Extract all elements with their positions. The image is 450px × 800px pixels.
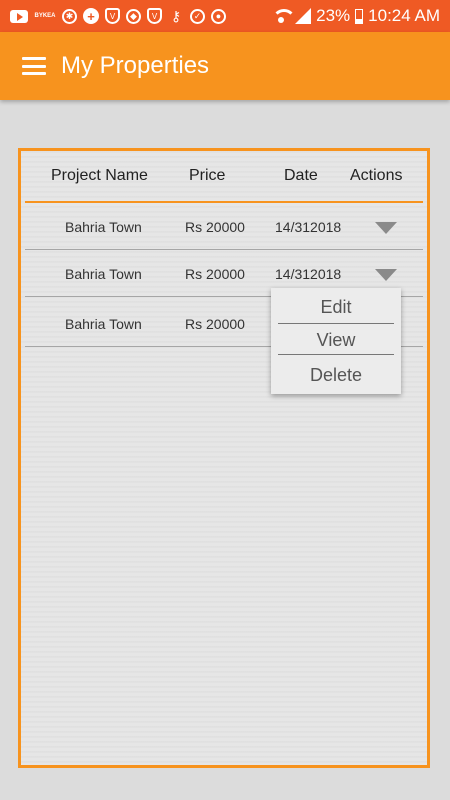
hamburger-menu-icon[interactable] xyxy=(22,57,46,75)
menu-item-edit[interactable]: Edit xyxy=(278,288,394,324)
notification-icons: BYKEA ✱ + V ◆ V ⚷ ✓ ● xyxy=(10,8,226,24)
date-cell: 14/312018 xyxy=(275,219,342,235)
project-name-cell: Bahria Town xyxy=(65,266,142,282)
menu-item-delete[interactable]: Delete xyxy=(278,355,394,392)
menu-item-view[interactable]: View xyxy=(278,324,394,355)
price-cell: Rs 20000 xyxy=(185,219,245,235)
price-cell: Rs 20000 xyxy=(185,316,245,332)
header-date: Date xyxy=(284,167,318,184)
key-icon: ⚷ xyxy=(170,7,182,24)
battery-icon xyxy=(355,8,364,24)
header-project-name: Project Name xyxy=(51,167,148,184)
app-text-icon: BYKEA xyxy=(34,13,56,19)
page-title: My Properties xyxy=(61,52,210,79)
price-cell: Rs 20000 xyxy=(185,266,245,282)
table-row: Bahria Town Rs 20000 14/312018 xyxy=(25,203,423,250)
shield-v-icon: V xyxy=(105,8,120,24)
signal-icon xyxy=(295,8,312,24)
project-name-cell: Bahria Town xyxy=(65,219,142,235)
check-circle-icon: ✓ xyxy=(190,8,205,24)
header-price: Price xyxy=(189,167,226,184)
battery-percent: 23% xyxy=(316,6,351,25)
shield-v-icon: V xyxy=(147,8,162,24)
youtube-icon xyxy=(10,9,28,23)
chrome-icon: ● xyxy=(211,8,226,24)
wifi-icon xyxy=(272,9,297,23)
actions-dropdown-icon[interactable] xyxy=(375,222,397,234)
status-right: 23% 10:24 AM xyxy=(272,6,440,26)
table-header: Project Name Price Date Actions xyxy=(25,151,423,203)
actions-dropdown-icon[interactable] xyxy=(375,269,397,281)
header-actions: Actions xyxy=(350,167,403,184)
actions-popup-menu: Edit View Delete xyxy=(271,288,401,394)
status-bar: BYKEA ✱ + V ◆ V ⚷ ✓ ● 23% 10:24 AM xyxy=(0,0,450,32)
date-cell: 14/312018 xyxy=(275,266,342,282)
plus-cross-icon: + xyxy=(83,8,99,24)
clock: 10:24 AM xyxy=(368,6,440,25)
app-badge-icon: ✱ xyxy=(62,8,77,24)
properties-table-card: Project Name Price Date Actions Bahria T… xyxy=(18,148,430,768)
app-bar: My Properties xyxy=(0,32,450,100)
shield-icon: ◆ xyxy=(126,8,141,24)
project-name-cell: Bahria Town xyxy=(65,316,142,332)
